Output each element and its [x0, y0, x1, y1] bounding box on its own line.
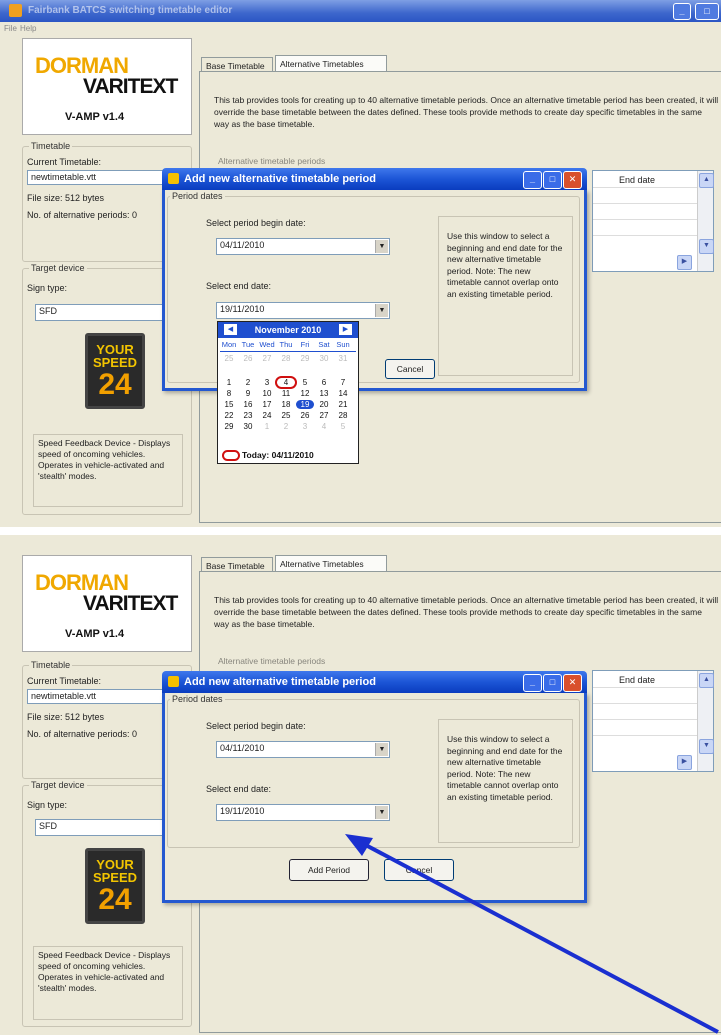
annotation-arrow-icon — [359, 840, 719, 1034]
annotation-arrow-layer — [345, 834, 719, 1034]
